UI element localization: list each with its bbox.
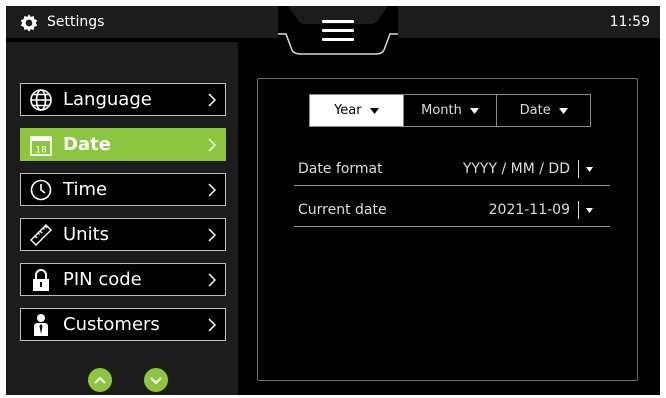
ruler-icon	[30, 224, 52, 246]
sidebar-item-label: Units	[63, 224, 110, 245]
svg-text:18: 18	[35, 146, 47, 156]
chevron-right-icon	[208, 138, 216, 152]
date-part-selector: Year Month Date	[309, 94, 591, 127]
segment-month[interactable]: Month	[404, 95, 498, 126]
sidebar-item-date[interactable]: 18 Date	[20, 128, 226, 161]
clock-icon	[30, 179, 52, 201]
gear-icon	[20, 14, 38, 32]
current-date-value: 2021-11-09	[488, 202, 570, 218]
sidebar-item-label: Customers	[63, 314, 160, 335]
chevron-up-icon	[94, 376, 106, 384]
date-format-value: YYYY / MM / DD	[462, 161, 570, 177]
chevron-right-icon	[208, 183, 216, 197]
sidebar-item-pin-code[interactable]: PIN code	[20, 263, 226, 296]
sidebar-item-label: Time	[63, 179, 108, 200]
chevron-right-icon	[208, 318, 216, 332]
segment-date[interactable]: Date	[497, 95, 590, 126]
current-date-dropdown[interactable]	[578, 200, 602, 222]
scroll-down-button[interactable]	[144, 368, 168, 392]
caret-down-icon	[469, 107, 479, 114]
sidebar-item-label: PIN code	[63, 269, 142, 290]
date-settings-panel: Year Month Date Date format YYYY / MM /	[257, 78, 638, 381]
person-icon	[34, 314, 48, 336]
chevron-right-icon	[208, 228, 216, 242]
caret-down-icon	[558, 107, 568, 114]
current-date-row: Current date 2021-11-09	[294, 198, 610, 238]
hamburger-menu-icon[interactable]	[322, 20, 354, 44]
sidebar-item-time[interactable]: Time	[20, 173, 226, 206]
chevron-right-icon	[208, 273, 216, 287]
date-format-label: Date format	[298, 161, 383, 177]
sidebar-item-label: Date	[63, 134, 111, 155]
sidebar-item-language[interactable]: Language	[20, 83, 226, 116]
caret-down-icon	[586, 167, 593, 172]
caret-down-icon	[369, 107, 379, 114]
sidebar-item-customers[interactable]: Customers	[20, 308, 226, 341]
segment-year[interactable]: Year	[310, 95, 404, 126]
caret-down-icon	[586, 208, 593, 213]
sidebar-item-label: Language	[63, 89, 152, 110]
sidebar-item-units[interactable]: Units	[20, 218, 226, 251]
scroll-up-button[interactable]	[88, 368, 112, 392]
lock-icon	[33, 269, 49, 291]
divider	[294, 185, 610, 186]
calendar-icon: 18	[30, 136, 52, 156]
page-title: Settings	[47, 14, 105, 30]
divider	[294, 226, 610, 227]
chevron-down-icon	[150, 377, 162, 385]
current-date-label: Current date	[298, 202, 387, 218]
settings-screen: Settings 11:59 Language 18 Date Time Uni…	[6, 6, 660, 395]
sidebar: Language 18 Date Time Units PIN code Cus…	[6, 42, 238, 395]
date-format-dropdown[interactable]	[578, 159, 602, 181]
date-format-row: Date format YYYY / MM / DD	[294, 157, 610, 197]
clock-time: 11:59	[609, 14, 650, 30]
chevron-right-icon	[208, 93, 216, 107]
globe-icon	[30, 89, 52, 111]
